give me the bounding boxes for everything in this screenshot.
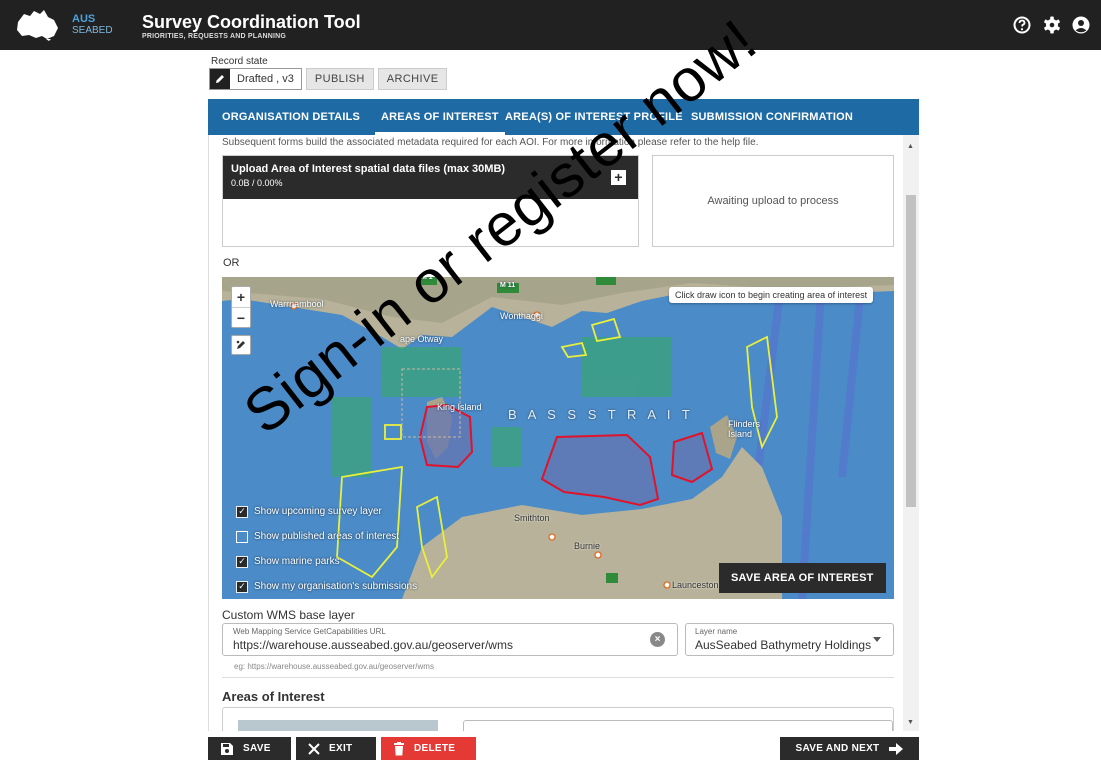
archive-button[interactable]: ARCHIVE xyxy=(377,68,448,90)
clear-icon[interactable]: × xyxy=(650,632,665,647)
record-state-controls: Drafted , v3 PUBLISH ARCHIVE xyxy=(209,68,448,90)
wms-url-field[interactable]: Web Mapping Service GetCapabilities URL … xyxy=(222,623,678,656)
app-title: Survey Coordination Tool xyxy=(142,12,361,32)
aoi-thumbnail xyxy=(238,720,438,731)
australia-logo-icon[interactable] xyxy=(14,8,60,42)
checkbox-checked-icon[interactable]: ✓ xyxy=(236,555,248,568)
save-and-next-button[interactable]: SAVE AND NEXT xyxy=(780,737,919,760)
trash-icon xyxy=(393,741,405,756)
zoom-control: + − xyxy=(231,286,251,328)
layer-toggle-marine-parks[interactable]: ✓ Show marine parks xyxy=(236,549,417,574)
add-file-icon[interactable]: + xyxy=(611,170,626,185)
form-tabs: ORGANISATION DETAILS AREAS OF INTEREST A… xyxy=(208,99,919,135)
record-state-label: Record state xyxy=(211,56,268,67)
place-label: Flinders Island xyxy=(728,419,761,439)
aoi-card xyxy=(222,707,894,731)
arrow-right-icon xyxy=(889,742,904,755)
scroll-down-icon[interactable]: ▼ xyxy=(907,719,914,726)
zoom-in-button[interactable]: + xyxy=(232,287,250,307)
road-label: M 1 xyxy=(421,277,433,281)
divider xyxy=(222,677,894,678)
aoi-section-title: Areas of Interest xyxy=(222,689,325,704)
tab-aoi-profile[interactable]: AREA(S) OF INTEREST PROFILE xyxy=(505,99,683,135)
upload-dropzone[interactable]: Upload Area of Interest spatial data fil… xyxy=(222,155,639,247)
or-label: OR xyxy=(223,257,240,269)
layer-toggle-published-aoi[interactable]: Show published areas of interest xyxy=(236,524,417,549)
upload-status: Awaiting upload to process xyxy=(652,155,894,247)
checkbox-unchecked-icon[interactable] xyxy=(236,530,248,543)
zoom-out-button[interactable]: − xyxy=(232,307,250,327)
place-label: B A S S S T R A I T xyxy=(508,407,694,422)
wms-layer-select[interactable]: Layer name AusSeabed Bathymetry Holdings xyxy=(685,623,894,656)
draw-polygon-icon[interactable] xyxy=(231,335,251,355)
record-state-current[interactable]: Drafted , v3 xyxy=(209,68,302,90)
help-icon[interactable] xyxy=(1012,15,1032,35)
wms-section-title: Custom WMS base layer xyxy=(222,608,355,622)
tab-submission-confirmation[interactable]: SUBMISSION CONFIRMATION xyxy=(691,99,853,135)
logo-text: AUS SEABED xyxy=(72,13,113,37)
gear-icon[interactable] xyxy=(1042,15,1062,35)
place-label: Launceston xyxy=(672,580,719,590)
upload-header: Upload Area of Interest spatial data fil… xyxy=(223,156,638,199)
scrollbar-thumb[interactable] xyxy=(906,195,916,507)
place-label: King Island xyxy=(437,402,482,412)
app-subtitle: PRIORITIES, REQUESTS AND PLANNING xyxy=(142,33,287,40)
place-label: Warrnambool xyxy=(270,299,324,309)
form-content: Subsequent forms build the associated me… xyxy=(208,135,919,731)
draw-tooltip: Click draw icon to begin creating area o… xyxy=(669,287,874,303)
save-area-of-interest-button[interactable]: SAVE AREA OF INTEREST xyxy=(719,563,886,593)
close-icon xyxy=(308,742,320,755)
wms-url-input[interactable]: https://warehouse.ausseabed.gov.au/geose… xyxy=(233,638,513,652)
aoi-map[interactable]: Warrnambool Wonthaggi ape Otway King Isl… xyxy=(222,277,894,599)
exit-button[interactable]: EXIT xyxy=(296,737,376,760)
floppy-disk-icon xyxy=(220,742,234,756)
layer-toggle-upcoming-survey[interactable]: ✓ Show upcoming survey layer xyxy=(236,499,417,524)
checkbox-checked-icon[interactable]: ✓ xyxy=(236,505,248,518)
place-label: Burnie xyxy=(574,541,601,551)
pencil-icon xyxy=(210,69,230,89)
layer-toggles: ✓ Show upcoming survey layer Show publis… xyxy=(236,499,417,599)
chevron-down-icon xyxy=(873,637,881,642)
delete-button[interactable]: DELETE xyxy=(381,737,476,760)
place-label: ape Otway xyxy=(400,334,444,344)
scroll-up-icon[interactable]: ▲ xyxy=(907,143,914,150)
app-header: AUS SEABED Survey Coordination Tool PRIO… xyxy=(0,0,1101,50)
place-label: Smithton xyxy=(514,513,550,523)
intro-text: Subsequent forms build the associated me… xyxy=(222,137,759,148)
save-button[interactable]: SAVE xyxy=(208,737,291,760)
tab-organisation-details[interactable]: ORGANISATION DETAILS xyxy=(222,99,360,135)
upload-progress: 0.0B / 0.00% xyxy=(231,178,283,188)
checkbox-checked-icon[interactable]: ✓ xyxy=(236,580,248,593)
tab-areas-of-interest[interactable]: AREAS OF INTEREST xyxy=(375,99,505,135)
aoi-name-field[interactable] xyxy=(463,720,893,731)
layer-toggle-my-submissions[interactable]: ✓ Show my organisation's submissions xyxy=(236,574,417,599)
wms-example-hint: eg: https://warehouse.ausseabed.gov.au/g… xyxy=(234,662,434,671)
publish-button[interactable]: PUBLISH xyxy=(305,68,374,90)
road-label: M 11 xyxy=(500,282,516,289)
account-icon[interactable] xyxy=(1071,15,1091,35)
place-label: Wonthaggi xyxy=(500,311,543,321)
